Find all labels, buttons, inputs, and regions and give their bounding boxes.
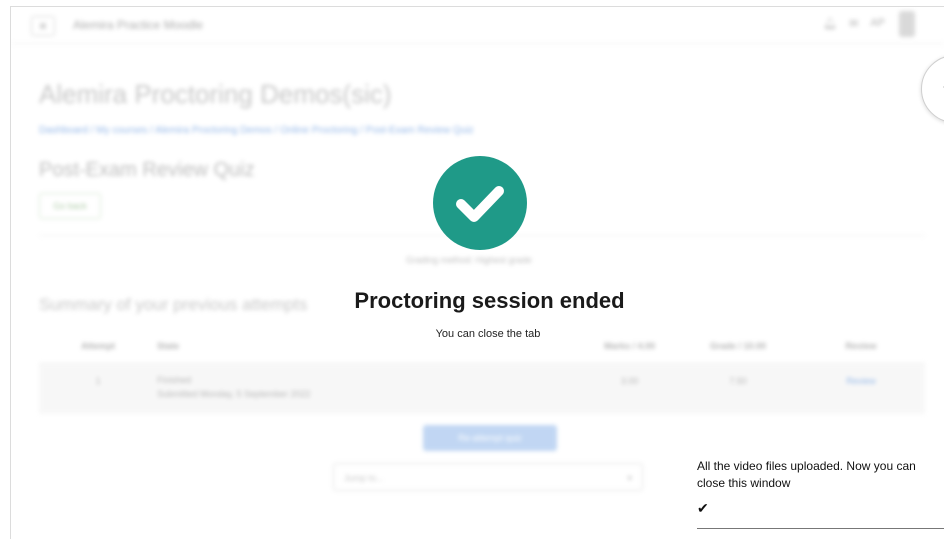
- col-header: Marks / 4.00: [604, 341, 656, 351]
- course-title: Alemira Proctoring Demos(sic): [39, 79, 392, 109]
- state-cell: Finished Submitted Monday, 5 September 2…: [157, 364, 580, 414]
- col-header: Review: [845, 341, 877, 351]
- grading-method-text: Grading method: Highest grade: [406, 255, 532, 265]
- jump-to-placeholder: Jump to...: [344, 473, 384, 483]
- col-header: Grade / 10.00: [709, 341, 766, 351]
- chevron-down-icon: ▾: [627, 473, 632, 483]
- bell-icon[interactable]: 🔔︎: [823, 17, 837, 30]
- attempts-table: Attempt State Marks / 4.00 Grade / 10.00…: [39, 329, 925, 414]
- col-header: Attempt: [81, 341, 116, 351]
- attempt-cell: 1: [95, 376, 101, 386]
- jump-to-select[interactable]: Jump to... ▾: [333, 463, 643, 491]
- checkmark-icon: ✔: [697, 500, 709, 516]
- reattempt-button[interactable]: Re-attempt quiz: [423, 425, 557, 451]
- hamburger-icon[interactable]: ≡: [31, 16, 55, 36]
- back-button[interactable]: Go back: [39, 193, 101, 219]
- state-text: Finished: [157, 375, 192, 385]
- grade-cell: 7.50: [729, 376, 747, 386]
- quiz-title: Post-Exam Review Quiz: [39, 159, 255, 181]
- marks-cell: 3.00: [620, 376, 639, 386]
- site-name[interactable]: Alemira Practice Moodle: [73, 18, 203, 32]
- check-circle-icon: [433, 156, 527, 250]
- session-ended-subtitle: You can close the tab: [435, 328, 541, 340]
- breadcrumb[interactable]: Dashboard / My courses / Alemira Proctor…: [39, 125, 474, 136]
- session-ended-title: Proctoring session ended: [354, 288, 625, 313]
- top-navbar: ≡ Alemira Practice Moodle 🔔︎ ✉ AP: [11, 7, 944, 44]
- avatar[interactable]: [899, 11, 915, 37]
- upload-complete-message: All the video files uploaded. Now you ca…: [697, 459, 916, 491]
- table-row: 1 Finished Submitted Monday, 5 September…: [39, 364, 925, 414]
- col-header: State: [157, 341, 180, 351]
- chat-icon[interactable]: ✉: [849, 17, 858, 30]
- upload-divider: [697, 528, 944, 529]
- user-initials[interactable]: AP: [870, 17, 885, 30]
- submitted-text: Submitted Monday, 5 September 2022: [157, 388, 311, 399]
- review-link[interactable]: Review: [797, 364, 925, 414]
